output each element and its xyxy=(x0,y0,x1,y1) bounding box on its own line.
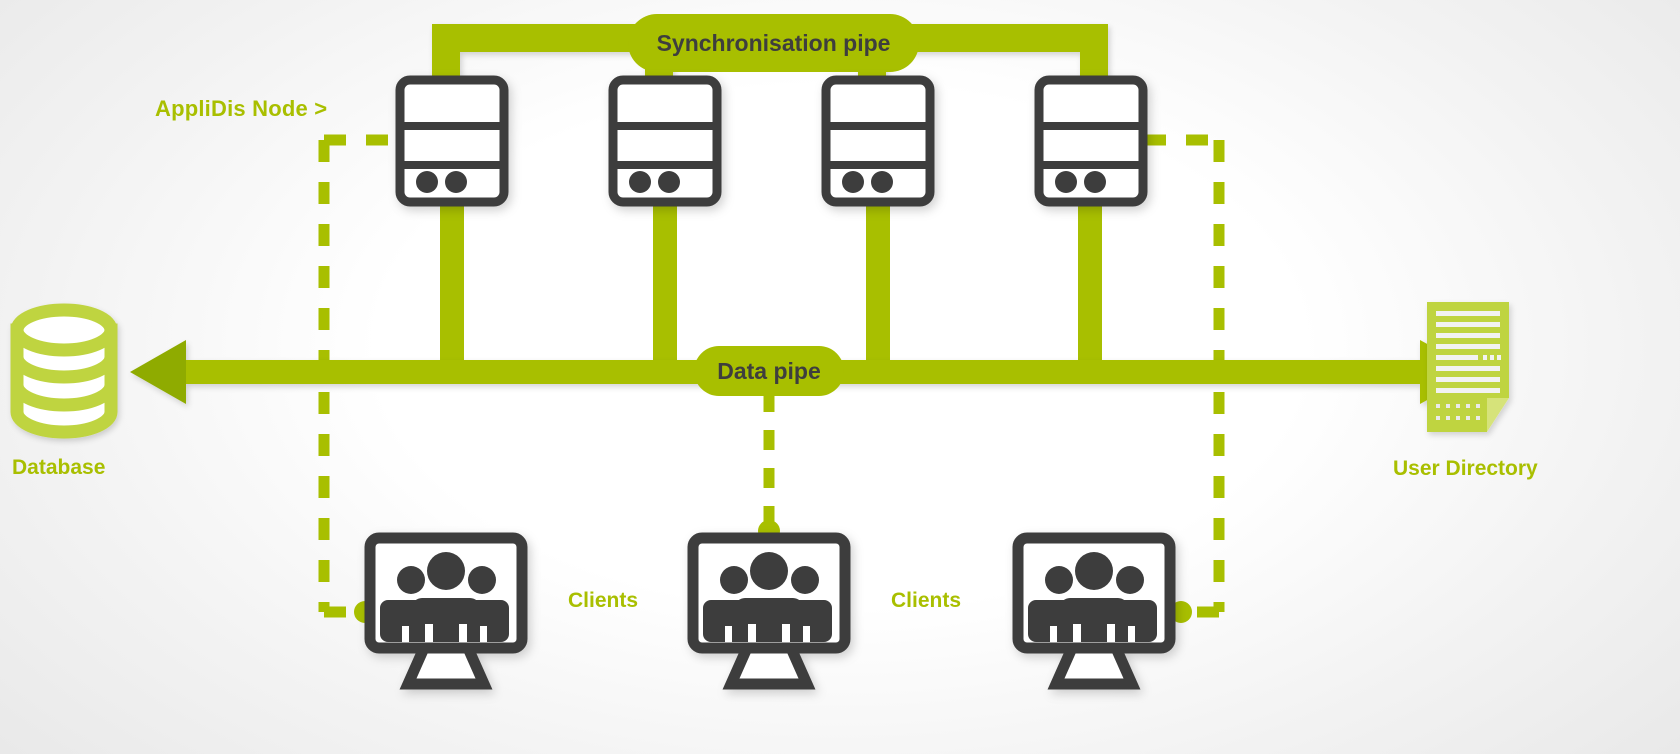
applidis-node-1[interactable] xyxy=(395,75,509,207)
client-monitor-2[interactable] xyxy=(687,532,851,690)
applidis-node-3[interactable] xyxy=(821,75,935,207)
synchronisation-pipe-label: Synchronisation pipe xyxy=(656,29,891,56)
data-pipe-label: Data pipe xyxy=(717,357,821,384)
data-pipe-client-link-dotted xyxy=(758,392,780,542)
applidis-node-4[interactable] xyxy=(1034,75,1148,207)
client-monitor-3[interactable] xyxy=(1012,532,1176,690)
diagram-canvas: Synchronisation pipe Data pipe AppliDis … xyxy=(0,0,1680,754)
clients-label-right: Clients xyxy=(891,589,962,612)
clients-label-left: Clients xyxy=(568,589,639,612)
database-cylinder-icon[interactable] xyxy=(10,303,118,439)
document-lines-icon[interactable] xyxy=(1427,302,1509,432)
applidis-node-label: AppliDis Node > xyxy=(155,96,328,121)
user-directory-label: User Directory xyxy=(1393,457,1538,480)
client-monitor-1[interactable] xyxy=(364,532,528,690)
applidis-node-2[interactable] xyxy=(608,75,722,207)
database-label: Database xyxy=(12,456,106,479)
